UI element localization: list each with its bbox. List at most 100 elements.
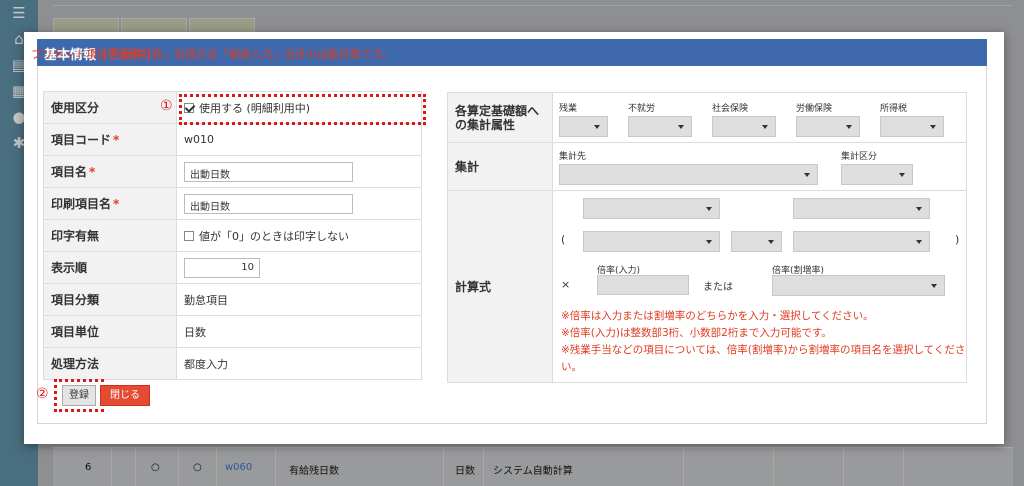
attr-income-tax-label: 所得税 xyxy=(880,103,908,114)
note-line-2: ※倍率(入力)は整数部3桁、小数部2桁まで入力可能です。 xyxy=(561,327,832,339)
cell-divider xyxy=(135,448,136,486)
cell-divider xyxy=(843,448,844,486)
multiply-sign: × xyxy=(561,278,571,291)
cell-divider xyxy=(683,448,684,486)
cell-divider xyxy=(111,448,112,486)
attr-overtime-select[interactable] xyxy=(559,115,608,137)
name-label: 項目名 xyxy=(51,165,88,179)
row-code: 項目コード * w010 xyxy=(43,123,422,156)
usage-label: 使用区分 xyxy=(43,91,177,124)
cell-divider xyxy=(178,448,179,486)
print-name-label: 印刷項目名 xyxy=(51,197,112,211)
row-number: 6 xyxy=(85,462,92,473)
attr-absence-label: 不就労 xyxy=(628,103,656,114)
attr-labor-insurance: 労働保険 xyxy=(796,101,860,140)
required-mark: * xyxy=(113,133,120,147)
code-value: w010 xyxy=(176,123,422,156)
unit-value: 日数 xyxy=(176,315,422,348)
code-label-cell: 項目コード * xyxy=(43,123,177,156)
aggregation-form-table: 各算定基礎額への集計属性 残業 不就労 社会保険 労働保険 所得税 集計 集計先… xyxy=(447,92,967,383)
cell-divider xyxy=(903,448,904,486)
background-table-row: 6 ○ ○ w060 有給残日数 日数 システム自動計算 xyxy=(53,447,1013,486)
method-value: 都度入力 xyxy=(176,347,422,380)
formula-select-4[interactable] xyxy=(793,231,930,252)
notice-text: プリセット項目「出動日数」処理方法「都度入力」当月の出勤日数です。 xyxy=(31,48,393,61)
register-button[interactable]: 登録 xyxy=(62,385,96,406)
attr-overtime: 残業 xyxy=(559,101,608,140)
attr-cell: 残業 不就労 社会保険 労働保険 所得税 xyxy=(552,92,967,143)
row-flag: ○ xyxy=(151,462,160,473)
required-mark: * xyxy=(113,197,120,211)
row-category: 項目分類 勤怠項目 xyxy=(43,283,422,316)
order-label: 表示順 xyxy=(43,251,177,284)
print-name-label-cell: 印刷項目名 * xyxy=(43,187,177,220)
print-flag-checkbox-label[interactable]: 値が「0」のときは印字しない xyxy=(199,230,349,243)
formula-operator-select[interactable] xyxy=(731,231,782,252)
print-flag-cell: 値が「0」のときは印字しない xyxy=(176,219,422,252)
attr-income-tax-select[interactable] xyxy=(880,115,944,137)
print-name-cell: 出動日数 xyxy=(176,187,422,220)
print-name-input[interactable]: 出動日数 xyxy=(184,193,353,214)
cell-divider xyxy=(443,448,444,486)
name-cell: 出動日数 xyxy=(176,155,422,188)
calc-label: 計算式 xyxy=(447,190,553,383)
menu-icon[interactable]: ☰ xyxy=(0,0,38,26)
formula-select-2[interactable] xyxy=(793,198,930,219)
attr-absence-select[interactable] xyxy=(628,115,692,137)
item-name-input[interactable]: 出動日数 xyxy=(184,161,353,182)
attr-labor-insurance-label: 労働保険 xyxy=(796,103,833,114)
attr-social-insurance-select[interactable] xyxy=(712,115,776,137)
required-mark: * xyxy=(89,165,96,179)
close-button[interactable]: 閉じる xyxy=(100,385,150,406)
name-label-cell: 項目名 * xyxy=(43,155,177,188)
formula-select-3[interactable] xyxy=(583,231,720,252)
order-cell: 10 xyxy=(176,251,422,284)
paren-close: ) xyxy=(955,233,960,246)
background-divider xyxy=(53,5,1013,6)
attr-social-insurance-label: 社会保険 xyxy=(712,103,749,114)
cell-divider xyxy=(216,448,217,486)
row-flag: ○ xyxy=(193,462,202,473)
row-print-flag: 印字有無 値が「0」のときは印字しない xyxy=(43,219,422,252)
sum-label: 集計 xyxy=(447,142,553,191)
print-flag-checkbox[interactable] xyxy=(184,230,194,241)
cell-divider xyxy=(483,448,484,486)
unit-label: 項目単位 xyxy=(43,315,177,348)
category-label: 項目分類 xyxy=(43,283,177,316)
paren-open: ( xyxy=(561,233,566,246)
rate-input-field[interactable] xyxy=(597,275,689,295)
callout-one: ① xyxy=(160,98,173,114)
cell-divider xyxy=(275,448,276,486)
display-order-input[interactable]: 10 xyxy=(184,257,260,278)
cell-divider xyxy=(773,448,774,486)
note-line-1: ※倍率は入力または割増率のどちらかを入力・選択してください。 xyxy=(561,310,874,322)
row-summary: 集計 集計先 集計区分 xyxy=(447,142,967,191)
sum-destination-label: 集計先 xyxy=(559,152,587,162)
row-order: 表示順 10 xyxy=(43,251,422,284)
callout-two: ② xyxy=(36,386,49,402)
sum-cell: 集計先 集計区分 xyxy=(552,142,967,191)
row-method: 処理方法 都度入力 xyxy=(43,347,422,380)
row-formula: 計算式 ( ) × 倍率(入力) または 倍率(割増率) ※倍率は入力または割増… xyxy=(447,190,967,383)
row-unit: 日数 xyxy=(455,466,475,477)
sum-destination: 集計先 xyxy=(559,149,818,188)
row-attributes: 各算定基礎額への集計属性 残業 不就労 社会保険 労働保険 所得税 xyxy=(447,92,967,143)
print-flag-label: 印字有無 xyxy=(43,219,177,252)
sum-type-select[interactable] xyxy=(841,164,913,185)
row-method: システム自動計算 xyxy=(493,466,573,477)
note-line-3: ※残業手当などの項目については、倍率(割増率)から割増率の項目名を選択してくださ… xyxy=(561,344,966,373)
code-label: 項目コード xyxy=(51,133,112,147)
row-code-link[interactable]: w060 xyxy=(225,462,252,473)
attr-labor-insurance-select[interactable] xyxy=(796,115,860,137)
rate-premium-select[interactable] xyxy=(772,275,945,296)
attr-absence: 不就労 xyxy=(628,101,692,140)
method-label: 処理方法 xyxy=(43,347,177,380)
sum-type-label: 集計区分 xyxy=(841,152,878,162)
formula-select-1[interactable] xyxy=(583,198,720,219)
attr-label: 各算定基礎額への集計属性 xyxy=(447,92,553,143)
attr-income-tax: 所得税 xyxy=(880,101,944,140)
row-print-name: 印刷項目名 * 出動日数 xyxy=(43,187,422,220)
sum-type: 集計区分 xyxy=(841,149,913,188)
category-value: 勤怠項目 xyxy=(176,283,422,316)
sum-destination-select[interactable] xyxy=(559,164,818,185)
